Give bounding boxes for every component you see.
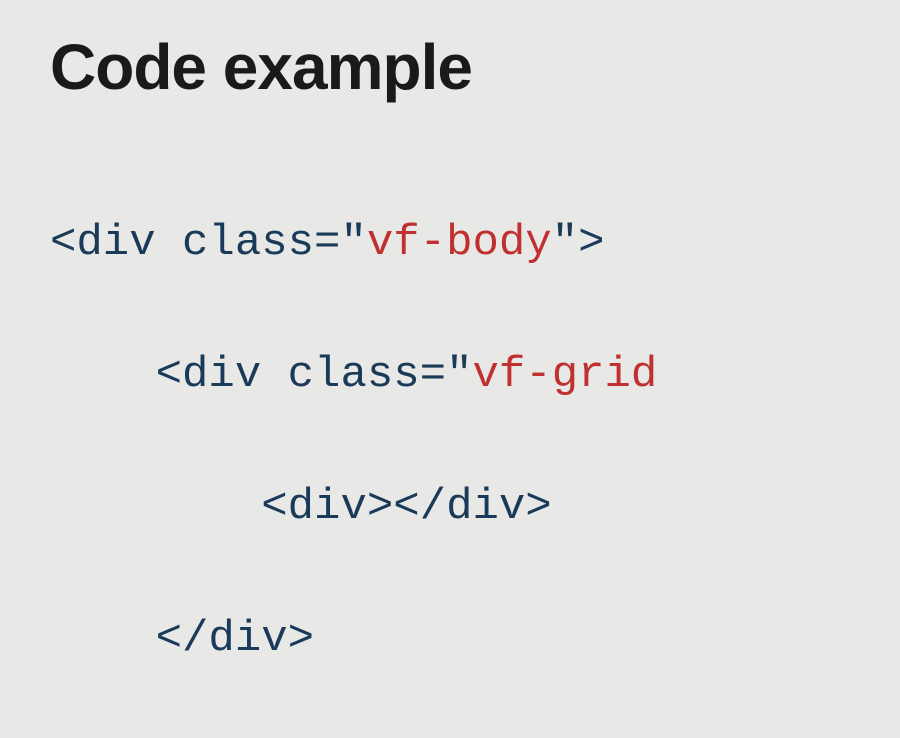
tag-open: <div	[156, 350, 288, 400]
code-block: <div class="vf-body"> <div class="vf-gri…	[50, 144, 850, 738]
code-line-3: <div></div>	[50, 474, 850, 540]
code-line-2: <div class="vf-grid	[50, 342, 850, 408]
tag-close: </div>	[393, 482, 551, 532]
section-heading: Code example	[50, 30, 850, 104]
code-line-1: <div class="vf-body">	[50, 210, 850, 276]
code-line-4: </div>	[50, 606, 850, 672]
tag-close: >	[578, 218, 604, 268]
quote: "	[340, 218, 366, 268]
quote: "	[552, 218, 578, 268]
tag-open: <div>	[261, 482, 393, 532]
quote: "	[446, 350, 472, 400]
indent	[50, 350, 156, 400]
attr-value: vf-grid	[473, 350, 658, 400]
attr-name: class=	[182, 218, 340, 268]
attr-name: class=	[288, 350, 446, 400]
tag-close: </div>	[156, 614, 314, 664]
attr-value: vf-body	[367, 218, 552, 268]
indent	[50, 482, 261, 532]
tag-open: <div	[50, 218, 182, 268]
indent	[50, 614, 156, 664]
